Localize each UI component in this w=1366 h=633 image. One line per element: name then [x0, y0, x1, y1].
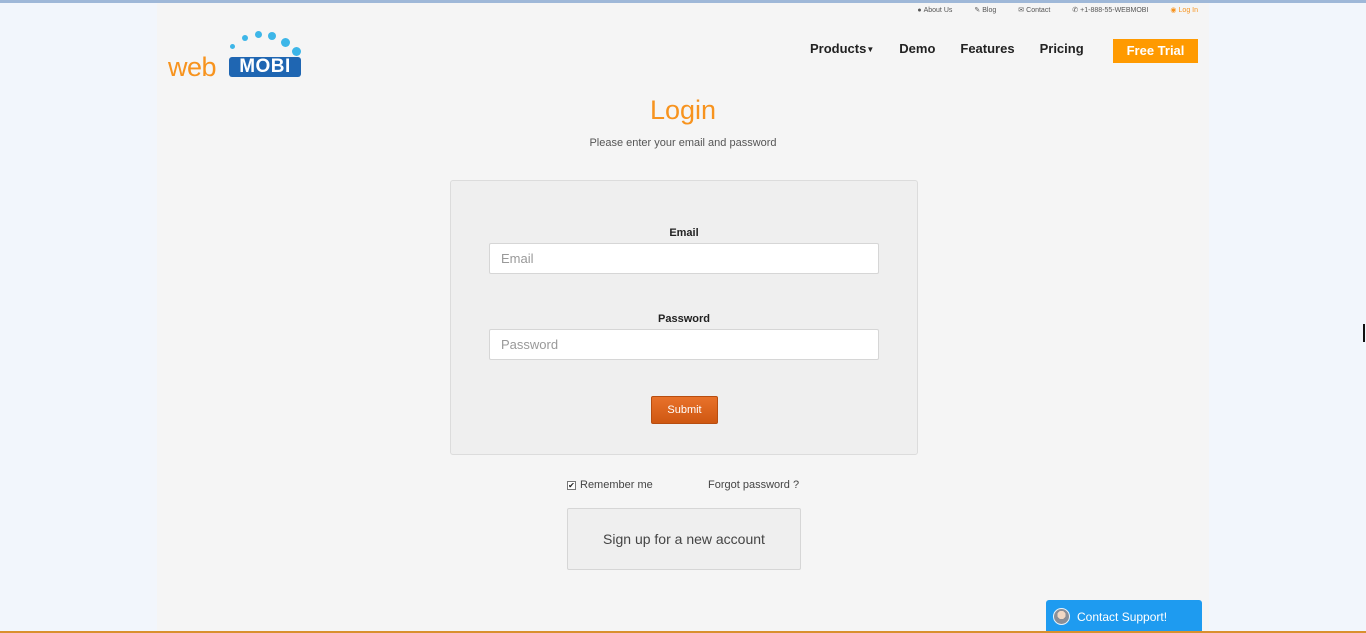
- password-label: Password: [658, 313, 710, 325]
- utility-bar: ● About Us ✎ Blog ✉ Contact ✆ +1-888-55-…: [917, 7, 1198, 14]
- free-trial-button[interactable]: Free Trial: [1113, 39, 1198, 63]
- blog-link[interactable]: ✎ Blog: [974, 7, 996, 14]
- support-avatar: [1053, 608, 1070, 625]
- page-subtitle: Please enter your email and password: [589, 137, 777, 149]
- logo-bubble: [292, 47, 301, 56]
- remember-label: Remember me: [580, 479, 653, 491]
- user-circle-icon: ◉: [1170, 7, 1177, 14]
- phone-link[interactable]: ✆ +1-888-55-WEBMOBI: [1072, 7, 1148, 14]
- page-title: Login: [649, 95, 717, 125]
- nav-products-label: Products: [810, 41, 867, 56]
- login-link[interactable]: ◉ Log In: [1170, 7, 1198, 14]
- email-input[interactable]: [489, 243, 879, 274]
- logo-bubble: [255, 31, 262, 38]
- email-label: Email: [669, 227, 699, 239]
- contact-link[interactable]: ✉ Contact: [1018, 7, 1050, 14]
- signup-button[interactable]: Sign up for a new account: [567, 508, 801, 570]
- login-label: Log In: [1178, 7, 1198, 14]
- info-icon: ●: [917, 7, 922, 14]
- pencil-icon: ✎: [974, 7, 981, 14]
- logo-bubble: [242, 35, 248, 41]
- remember-checkbox[interactable]: ✔: [567, 480, 576, 490]
- blog-label: Blog: [982, 7, 997, 14]
- logo-bubble: [268, 32, 276, 40]
- remember-me: ✔ Remember me: [567, 479, 653, 491]
- text-cursor: [1363, 324, 1365, 342]
- submit-button[interactable]: Submit: [651, 396, 718, 424]
- password-input[interactable]: [489, 329, 879, 360]
- support-label: Contact Support!: [1077, 609, 1168, 624]
- nav-demo[interactable]: Demo: [899, 41, 935, 56]
- logo-bubble: [230, 44, 235, 49]
- nav-pricing[interactable]: Pricing: [1040, 41, 1084, 56]
- about-us-label: About Us: [923, 7, 953, 14]
- phone-label: +1-888-55-WEBMOBI: [1080, 7, 1149, 14]
- page-container: ● About Us ✎ Blog ✉ Contact ✆ +1-888-55-…: [157, 3, 1209, 631]
- nav-features[interactable]: Features: [960, 41, 1014, 56]
- login-form: Email Password Submit: [450, 180, 918, 455]
- contact-support-widget[interactable]: Contact Support!: [1046, 600, 1202, 633]
- envelope-icon: ✉: [1018, 7, 1025, 14]
- phone-icon: ✆: [1072, 7, 1079, 14]
- about-us-link[interactable]: ● About Us: [917, 7, 952, 14]
- logo-text-web: web: [168, 52, 217, 82]
- logo-text-mobi: MOBI: [229, 57, 301, 77]
- logo-bubble: [281, 38, 290, 47]
- webmobi-logo[interactable]: web MOBI: [168, 27, 308, 83]
- caret-down-icon: ▼: [866, 45, 875, 55]
- nav-products[interactable]: Products▼: [810, 41, 874, 56]
- main-nav: Products▼ Demo Features Pricing: [810, 41, 1109, 56]
- contact-label: Contact: [1026, 7, 1051, 14]
- forgot-password-link[interactable]: Forgot password ?: [708, 479, 799, 491]
